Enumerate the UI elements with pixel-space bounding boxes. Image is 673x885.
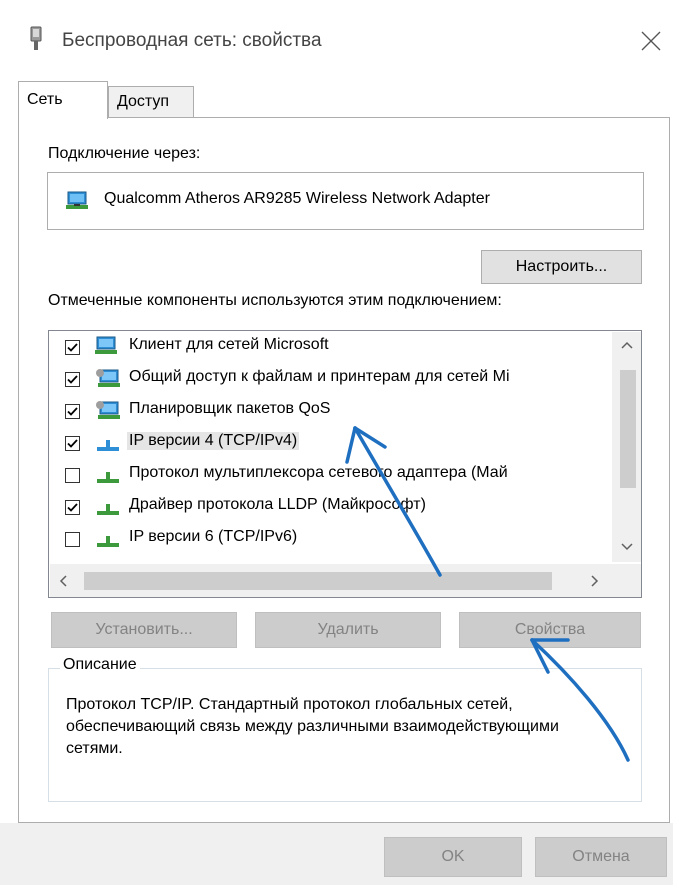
scroll-right-icon[interactable] (590, 575, 600, 590)
checkbox-checked[interactable] (65, 500, 80, 515)
network-adapter-icon (66, 190, 92, 212)
vertical-scrollbar[interactable] (612, 332, 641, 562)
tab-access[interactable]: Доступ (108, 86, 194, 118)
checkbox-unchecked[interactable] (65, 468, 80, 483)
properties-button[interactable]: Свойства (459, 612, 641, 648)
list-item[interactable]: Клиент для сетей Microsoft (49, 333, 609, 365)
wireless-adapter-icon (28, 26, 44, 52)
description-text: Протокол TCP/IP. Стандартный протокол гл… (66, 696, 559, 757)
scroll-up-icon[interactable] (621, 338, 633, 353)
network-client-icon (95, 335, 121, 359)
network-protocol-icon (95, 431, 121, 455)
list-item-label: Драйвер протокола LLDP (Майкрософт) (129, 496, 426, 513)
checkbox-checked[interactable] (65, 404, 80, 419)
connect-via-label: Подключение через: (48, 145, 201, 162)
close-icon (641, 31, 661, 51)
checkmark-icon (67, 439, 78, 448)
checkmark-icon (67, 343, 78, 352)
components-list[interactable]: Клиент для сетей Microsoft Общий доступ … (48, 330, 642, 598)
close-button[interactable] (630, 22, 670, 58)
list-item-label: Планировщик пакетов QoS (129, 400, 331, 417)
checkmark-icon (67, 503, 78, 512)
install-button[interactable]: Установить... (51, 612, 237, 648)
network-protocol-icon (95, 463, 121, 487)
checkbox-checked[interactable] (65, 340, 80, 355)
scroll-left-icon[interactable] (58, 575, 68, 590)
checkmark-icon (67, 407, 78, 416)
network-service-icon (95, 367, 121, 391)
tab-network[interactable]: Сеть (18, 81, 108, 119)
list-item[interactable]: Драйвер протокола LLDP (Майкрософт) (49, 493, 609, 525)
checkbox-unchecked[interactable] (65, 532, 80, 547)
list-item-label: Клиент для сетей Microsoft (129, 336, 329, 353)
window-title: Беспроводная сеть: свойства (62, 30, 322, 51)
configure-button[interactable]: Настроить... (481, 250, 642, 284)
list-item[interactable]: Протокол мультиплексора сетевого адаптер… (49, 461, 609, 493)
adapter-name: Qualcomm Atheros AR9285 Wireless Network… (104, 190, 490, 207)
cancel-button[interactable]: Отмена (535, 837, 667, 877)
components-label: Отмеченные компоненты используются этим … (48, 292, 502, 309)
description-title: Описание (60, 656, 140, 674)
list-item-selected[interactable]: IP версии 4 (TCP/IPv4) (49, 429, 609, 461)
network-protocol-icon (95, 495, 121, 519)
scroll-down-icon[interactable] (621, 540, 633, 555)
vertical-scroll-thumb[interactable] (620, 370, 636, 488)
ok-button[interactable]: OK (384, 837, 522, 877)
horizontal-scroll-thumb[interactable] (84, 572, 552, 590)
list-item-label: IP версии 6 (TCP/IPv6) (129, 528, 298, 545)
list-item-label: Общий доступ к файлам и принтерам для се… (129, 368, 510, 385)
list-item[interactable]: Планировщик пакетов QoS (49, 397, 609, 429)
horizontal-scrollbar[interactable] (50, 564, 641, 597)
list-item[interactable]: Общий доступ к файлам и принтерам для се… (49, 365, 609, 397)
list-item[interactable]: IP версии 6 (TCP/IPv6) (49, 525, 609, 557)
list-item-label: Протокол мультиплексора сетевого адаптер… (129, 464, 508, 481)
checkmark-icon (67, 375, 78, 384)
remove-button[interactable]: Удалить (255, 612, 441, 648)
list-item-label: IP версии 4 (TCP/IPv4) (127, 432, 300, 450)
network-service-icon (95, 399, 121, 423)
checkbox-checked[interactable] (65, 372, 80, 387)
network-protocol-icon (95, 527, 121, 551)
checkbox-checked[interactable] (65, 436, 80, 451)
